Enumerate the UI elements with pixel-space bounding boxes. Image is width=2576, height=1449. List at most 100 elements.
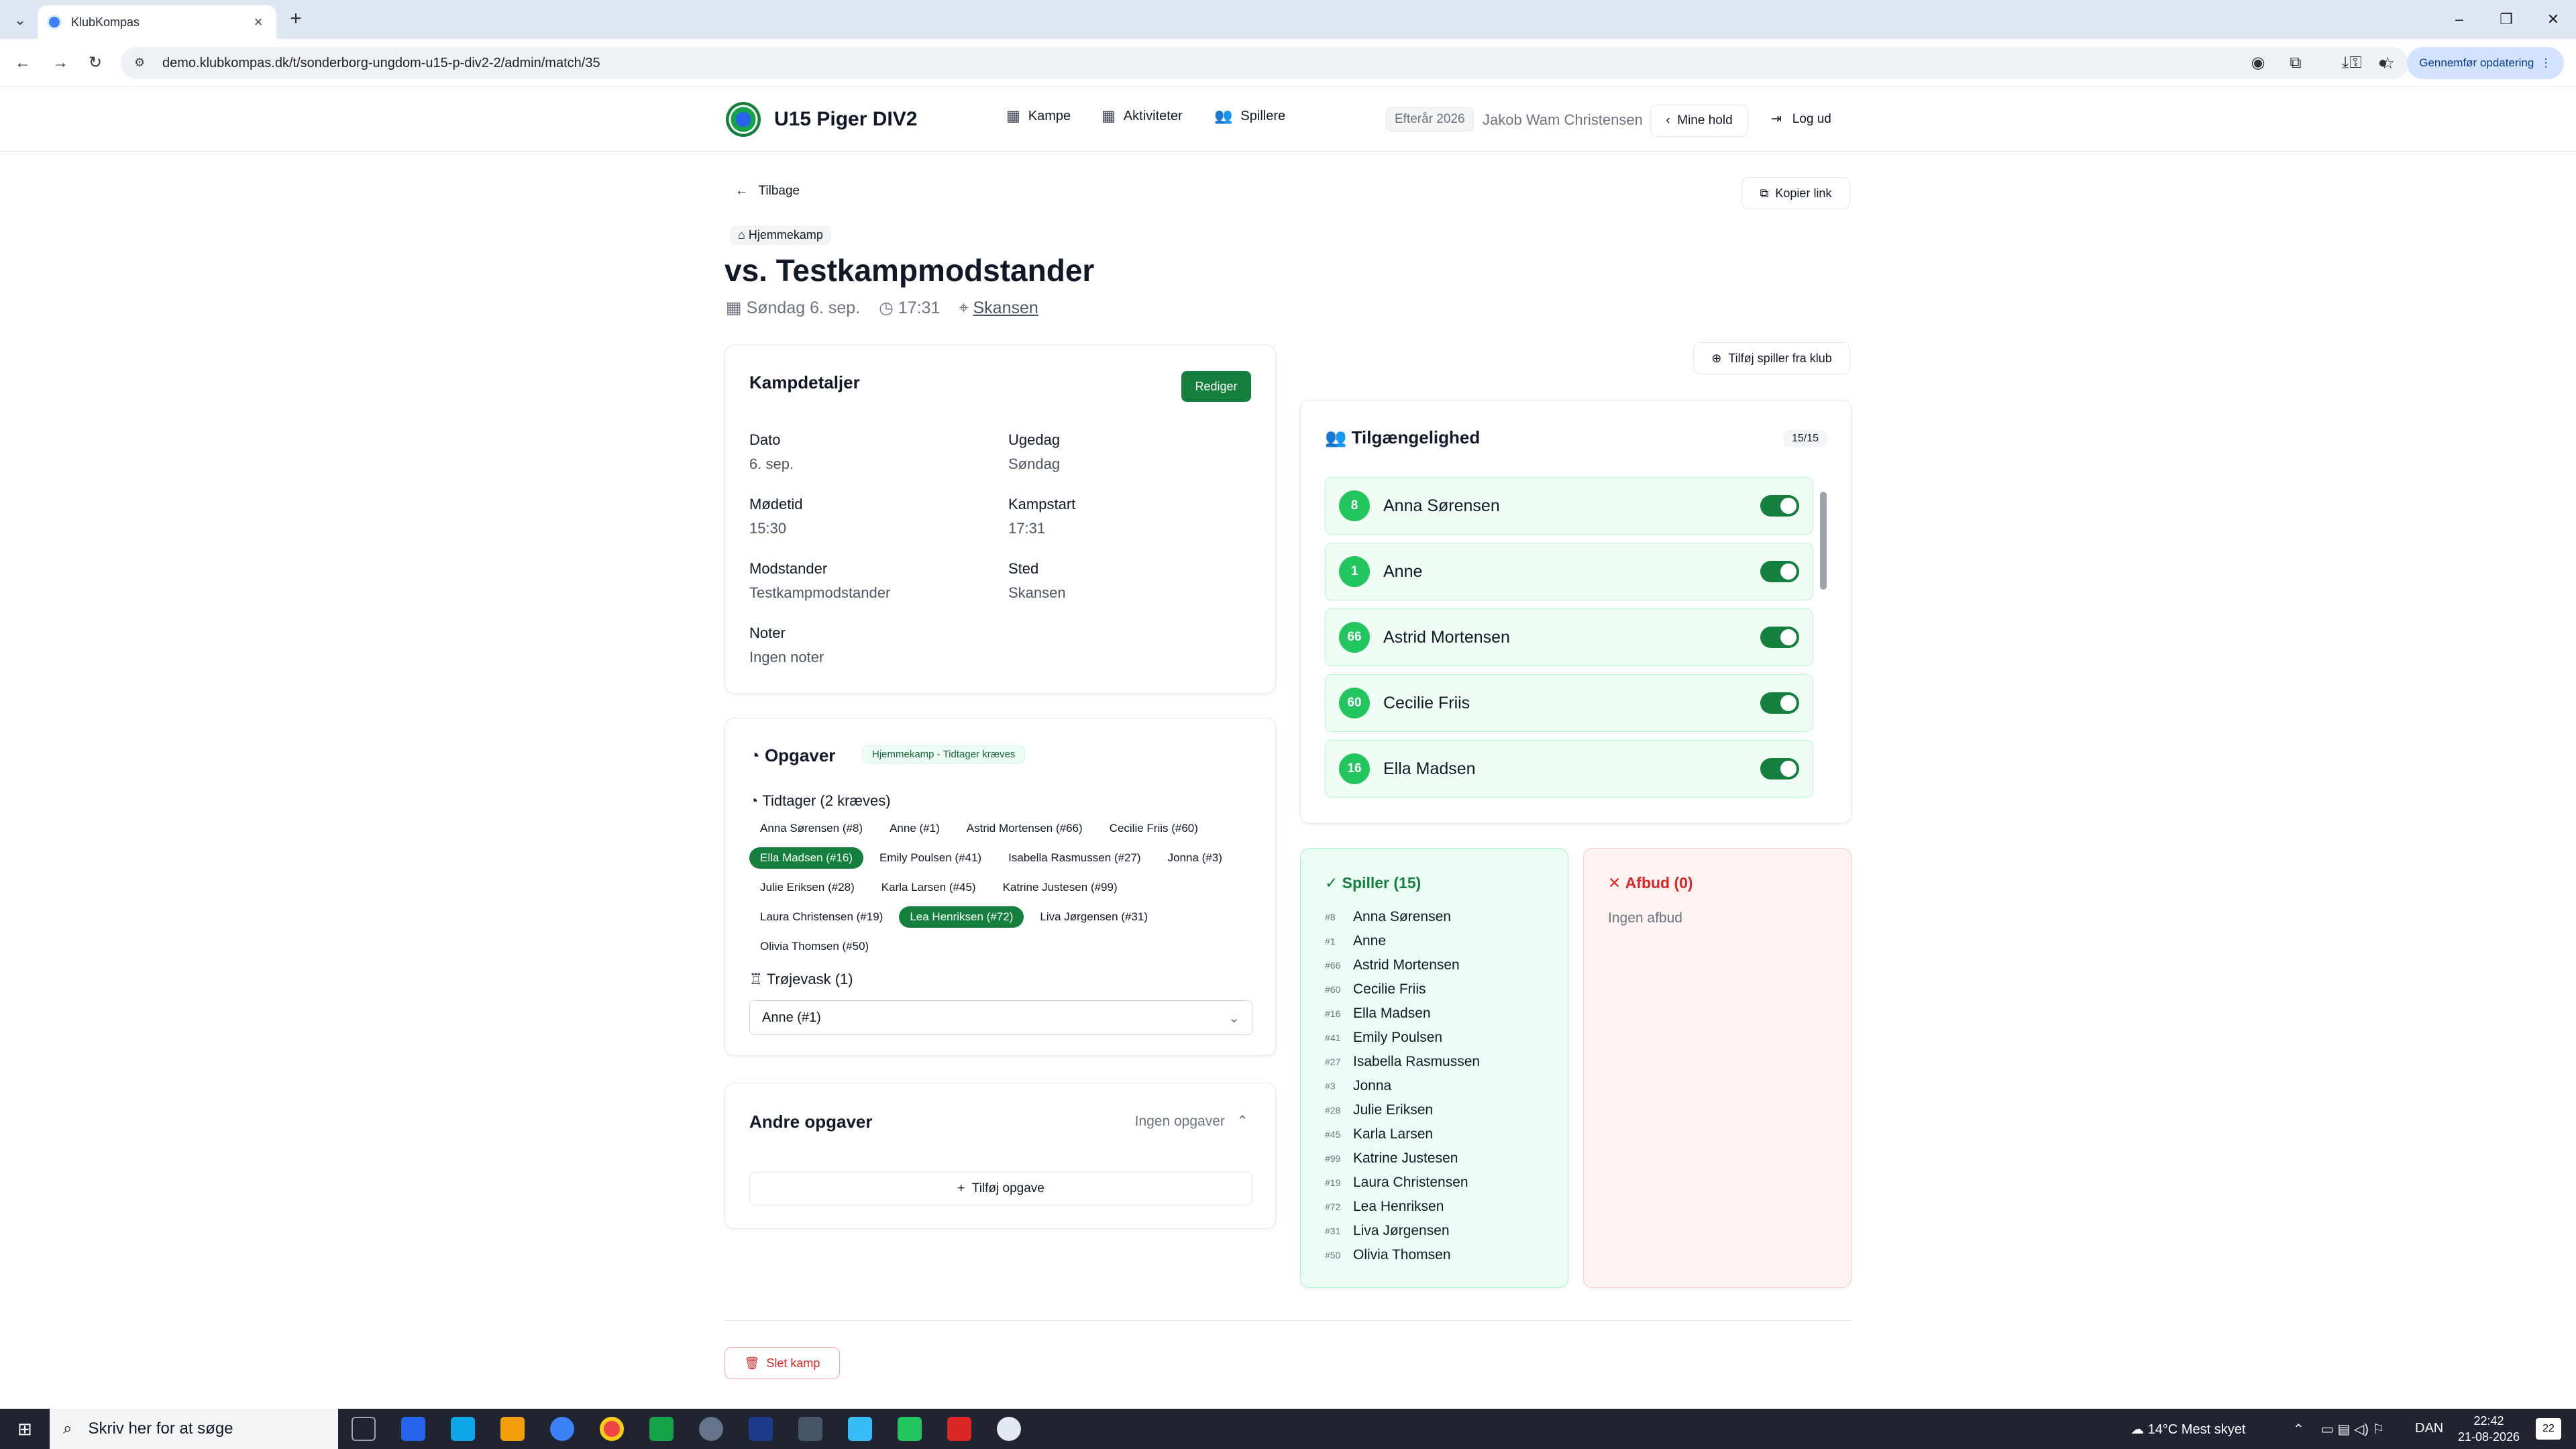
timekeeper-chip[interactable]: Ella Madsen (#16) bbox=[749, 847, 863, 869]
timekeeper-chip[interactable]: Cecilie Friis (#60) bbox=[1099, 818, 1209, 839]
calculator-icon[interactable] bbox=[798, 1417, 822, 1441]
timekeeper-chip[interactable]: Anna Sørensen (#8) bbox=[749, 818, 873, 839]
timekeeper-chip[interactable]: Jonna (#3) bbox=[1157, 847, 1233, 869]
list-item: #28 Julie Eriksen bbox=[1325, 1098, 1480, 1122]
reload-icon[interactable]: ↻ bbox=[83, 51, 107, 75]
store-icon[interactable] bbox=[451, 1417, 475, 1441]
minimize-icon[interactable]: – bbox=[2446, 8, 2473, 31]
player-name: Astrid Mortensen bbox=[1383, 627, 1510, 647]
update-browser-button[interactable]: Gennemfør opdatering ⋮ bbox=[2407, 47, 2564, 79]
extension-icon[interactable]: ◉ bbox=[2246, 51, 2270, 75]
timekeeper-chip[interactable]: Emily Poulsen (#41) bbox=[869, 847, 992, 869]
availability-scrollbar[interactable] bbox=[1819, 480, 1827, 799]
copy-link-button[interactable]: ⧉ Kopier link bbox=[1741, 177, 1850, 209]
list-item: #27 Isabella Rasmussen bbox=[1325, 1050, 1480, 1074]
my-teams-label: Mine hold bbox=[1677, 113, 1733, 127]
other-tasks-card: Andre opgaver Ingen opgaver ⌃ + Tilføj o… bbox=[724, 1083, 1276, 1229]
back-arrow-icon[interactable]: ← bbox=[11, 51, 35, 75]
availability-title-text: Tilgængelighed bbox=[1351, 427, 1481, 447]
app-icon[interactable] bbox=[749, 1417, 773, 1441]
list-item: #50 Olivia Thomsen bbox=[1325, 1243, 1480, 1267]
absent-title: ✕ Afbud (0) bbox=[1608, 874, 1693, 892]
timekeeper-chip[interactable]: Julie Eriksen (#28) bbox=[749, 877, 865, 898]
availability-toggle[interactable] bbox=[1760, 495, 1799, 517]
delete-match-button[interactable]: 🗑 Slet kamp bbox=[724, 1347, 840, 1379]
logout-button[interactable]: ⇥ Log ud bbox=[1771, 111, 1831, 127]
browser-tab[interactable]: KlubKompas × bbox=[38, 5, 276, 39]
site-info-icon[interactable]: ⚙ bbox=[134, 56, 149, 70]
availability-toggle[interactable] bbox=[1760, 627, 1799, 648]
favicon-icon bbox=[47, 15, 62, 30]
windows-start-icon[interactable]: ⊞ bbox=[17, 1419, 36, 1438]
brand[interactable]: U15 Piger DIV2 bbox=[726, 102, 917, 137]
absent-title-text: Afbud (0) bbox=[1625, 874, 1693, 892]
task-view-icon[interactable] bbox=[352, 1417, 376, 1441]
profile-avatar[interactable]: ● bbox=[2371, 51, 2395, 75]
nav-matches[interactable]: ▦ Kampe bbox=[1006, 107, 1071, 125]
weekday-value: Søndag bbox=[1008, 455, 1061, 472]
notification-badge[interactable]: 22 bbox=[2536, 1418, 2561, 1440]
tray-icons[interactable]: ▭ ▤ ◁) ⚐ bbox=[2321, 1421, 2384, 1438]
extensions-puzzle-icon[interactable]: ⧉ bbox=[2284, 51, 2308, 75]
timekeeper-chip[interactable]: Astrid Mortensen (#66) bbox=[956, 818, 1093, 839]
weather-widget[interactable]: ☁ 14°C Mest skyet bbox=[2131, 1421, 2245, 1438]
url-field[interactable]: ⚙ demo.klubkompas.dk/t/sonderborg-ungdom… bbox=[121, 47, 2408, 79]
tab-search-icon[interactable]: ⌄ bbox=[9, 9, 31, 31]
timekeeper-chip[interactable]: Olivia Thomsen (#50) bbox=[749, 936, 879, 957]
window-close-icon[interactable]: ✕ bbox=[2540, 8, 2567, 31]
url-text: demo.klubkompas.dk/t/sonderborg-ungdom-u… bbox=[162, 55, 600, 70]
file-explorer-icon[interactable] bbox=[500, 1417, 525, 1441]
sheets-icon[interactable] bbox=[898, 1417, 922, 1441]
jersey-select[interactable]: Anne (#1) ⌄ bbox=[749, 1000, 1252, 1035]
new-tab-icon[interactable]: + bbox=[284, 8, 307, 31]
details-title: Kampdetaljer bbox=[749, 372, 860, 392]
list-item: #41 Emily Poulsen bbox=[1325, 1026, 1480, 1050]
roster-number: #8 bbox=[1325, 912, 1336, 922]
timekeeper-chip[interactable]: Lea Henriksen (#72) bbox=[899, 906, 1024, 928]
app-icon[interactable] bbox=[699, 1417, 723, 1441]
add-player-button[interactable]: ⊕ Tilføj spiller fra klub bbox=[1693, 342, 1850, 374]
availability-toggle[interactable] bbox=[1760, 561, 1799, 582]
back-link[interactable]: ← Tilbage bbox=[735, 184, 800, 199]
clock[interactable]: 22:42 21-08-2026 bbox=[2454, 1413, 2524, 1445]
location-link[interactable]: Skansen bbox=[973, 299, 1038, 317]
app-header: U15 Piger DIV2 ▦ Kampe ▦ Aktiviteter 👥 S… bbox=[0, 87, 2576, 152]
my-teams-button[interactable]: ‹ Mine hold bbox=[1650, 105, 1748, 137]
excel-icon[interactable] bbox=[649, 1417, 674, 1441]
add-task-button[interactable]: + Tilføj opgave bbox=[749, 1172, 1252, 1205]
tray-chevron-up-icon[interactable]: ⌃ bbox=[2293, 1421, 2304, 1438]
roster-name: Katrine Justesen bbox=[1353, 1150, 1458, 1166]
list-item: #16 Ella Madsen bbox=[1325, 1002, 1480, 1026]
edit-button[interactable]: Rediger bbox=[1181, 371, 1251, 402]
mail-icon[interactable] bbox=[550, 1417, 574, 1441]
other-tasks-title: Andre opgaver bbox=[749, 1112, 873, 1132]
tab-close-icon[interactable]: × bbox=[250, 13, 267, 31]
taskbar-search[interactable]: ⌕ Skriv her for at søge bbox=[50, 1409, 338, 1449]
app-icon[interactable] bbox=[947, 1417, 971, 1441]
availability-toggle[interactable] bbox=[1760, 692, 1799, 714]
forward-arrow-icon[interactable]: → bbox=[48, 51, 72, 75]
other-tasks-toggle[interactable]: Ingen opgaver ⌃ bbox=[1135, 1113, 1248, 1130]
timekeeper-chip[interactable]: Karla Larsen (#45) bbox=[871, 877, 987, 898]
scroll-thumb[interactable] bbox=[1820, 492, 1827, 590]
match-location: ⌖ Skansen bbox=[959, 299, 1038, 318]
check-icon: ✓ bbox=[1325, 874, 1342, 892]
restore-icon[interactable]: ❐ bbox=[2493, 8, 2520, 31]
chrome-icon[interactable] bbox=[600, 1417, 624, 1441]
app-icon[interactable] bbox=[848, 1417, 872, 1441]
add-player-label: Tilføj spiller fra klub bbox=[1728, 351, 1832, 365]
timekeeper-chip[interactable]: Isabella Rasmussen (#27) bbox=[998, 847, 1151, 869]
nav-players[interactable]: 👥 Spillere bbox=[1214, 107, 1285, 125]
app-icon[interactable] bbox=[997, 1417, 1021, 1441]
roster-name: Karla Larsen bbox=[1353, 1126, 1434, 1142]
timekeeper-chip[interactable]: Katrine Justesen (#99) bbox=[992, 877, 1128, 898]
timekeeper-chip[interactable]: Liva Jørgensen (#31) bbox=[1029, 906, 1159, 928]
download-icon[interactable]: ⤓ bbox=[2333, 51, 2357, 75]
timekeeper-chip[interactable]: Anne (#1) bbox=[879, 818, 951, 839]
app-icon[interactable] bbox=[401, 1417, 425, 1441]
language-indicator[interactable]: DAN bbox=[2415, 1421, 2443, 1436]
nav-players-label: Spillere bbox=[1240, 108, 1286, 123]
nav-activities[interactable]: ▦ Aktiviteter bbox=[1102, 107, 1183, 125]
availability-toggle[interactable] bbox=[1760, 758, 1799, 780]
timekeeper-chip[interactable]: Laura Christensen (#19) bbox=[749, 906, 894, 928]
